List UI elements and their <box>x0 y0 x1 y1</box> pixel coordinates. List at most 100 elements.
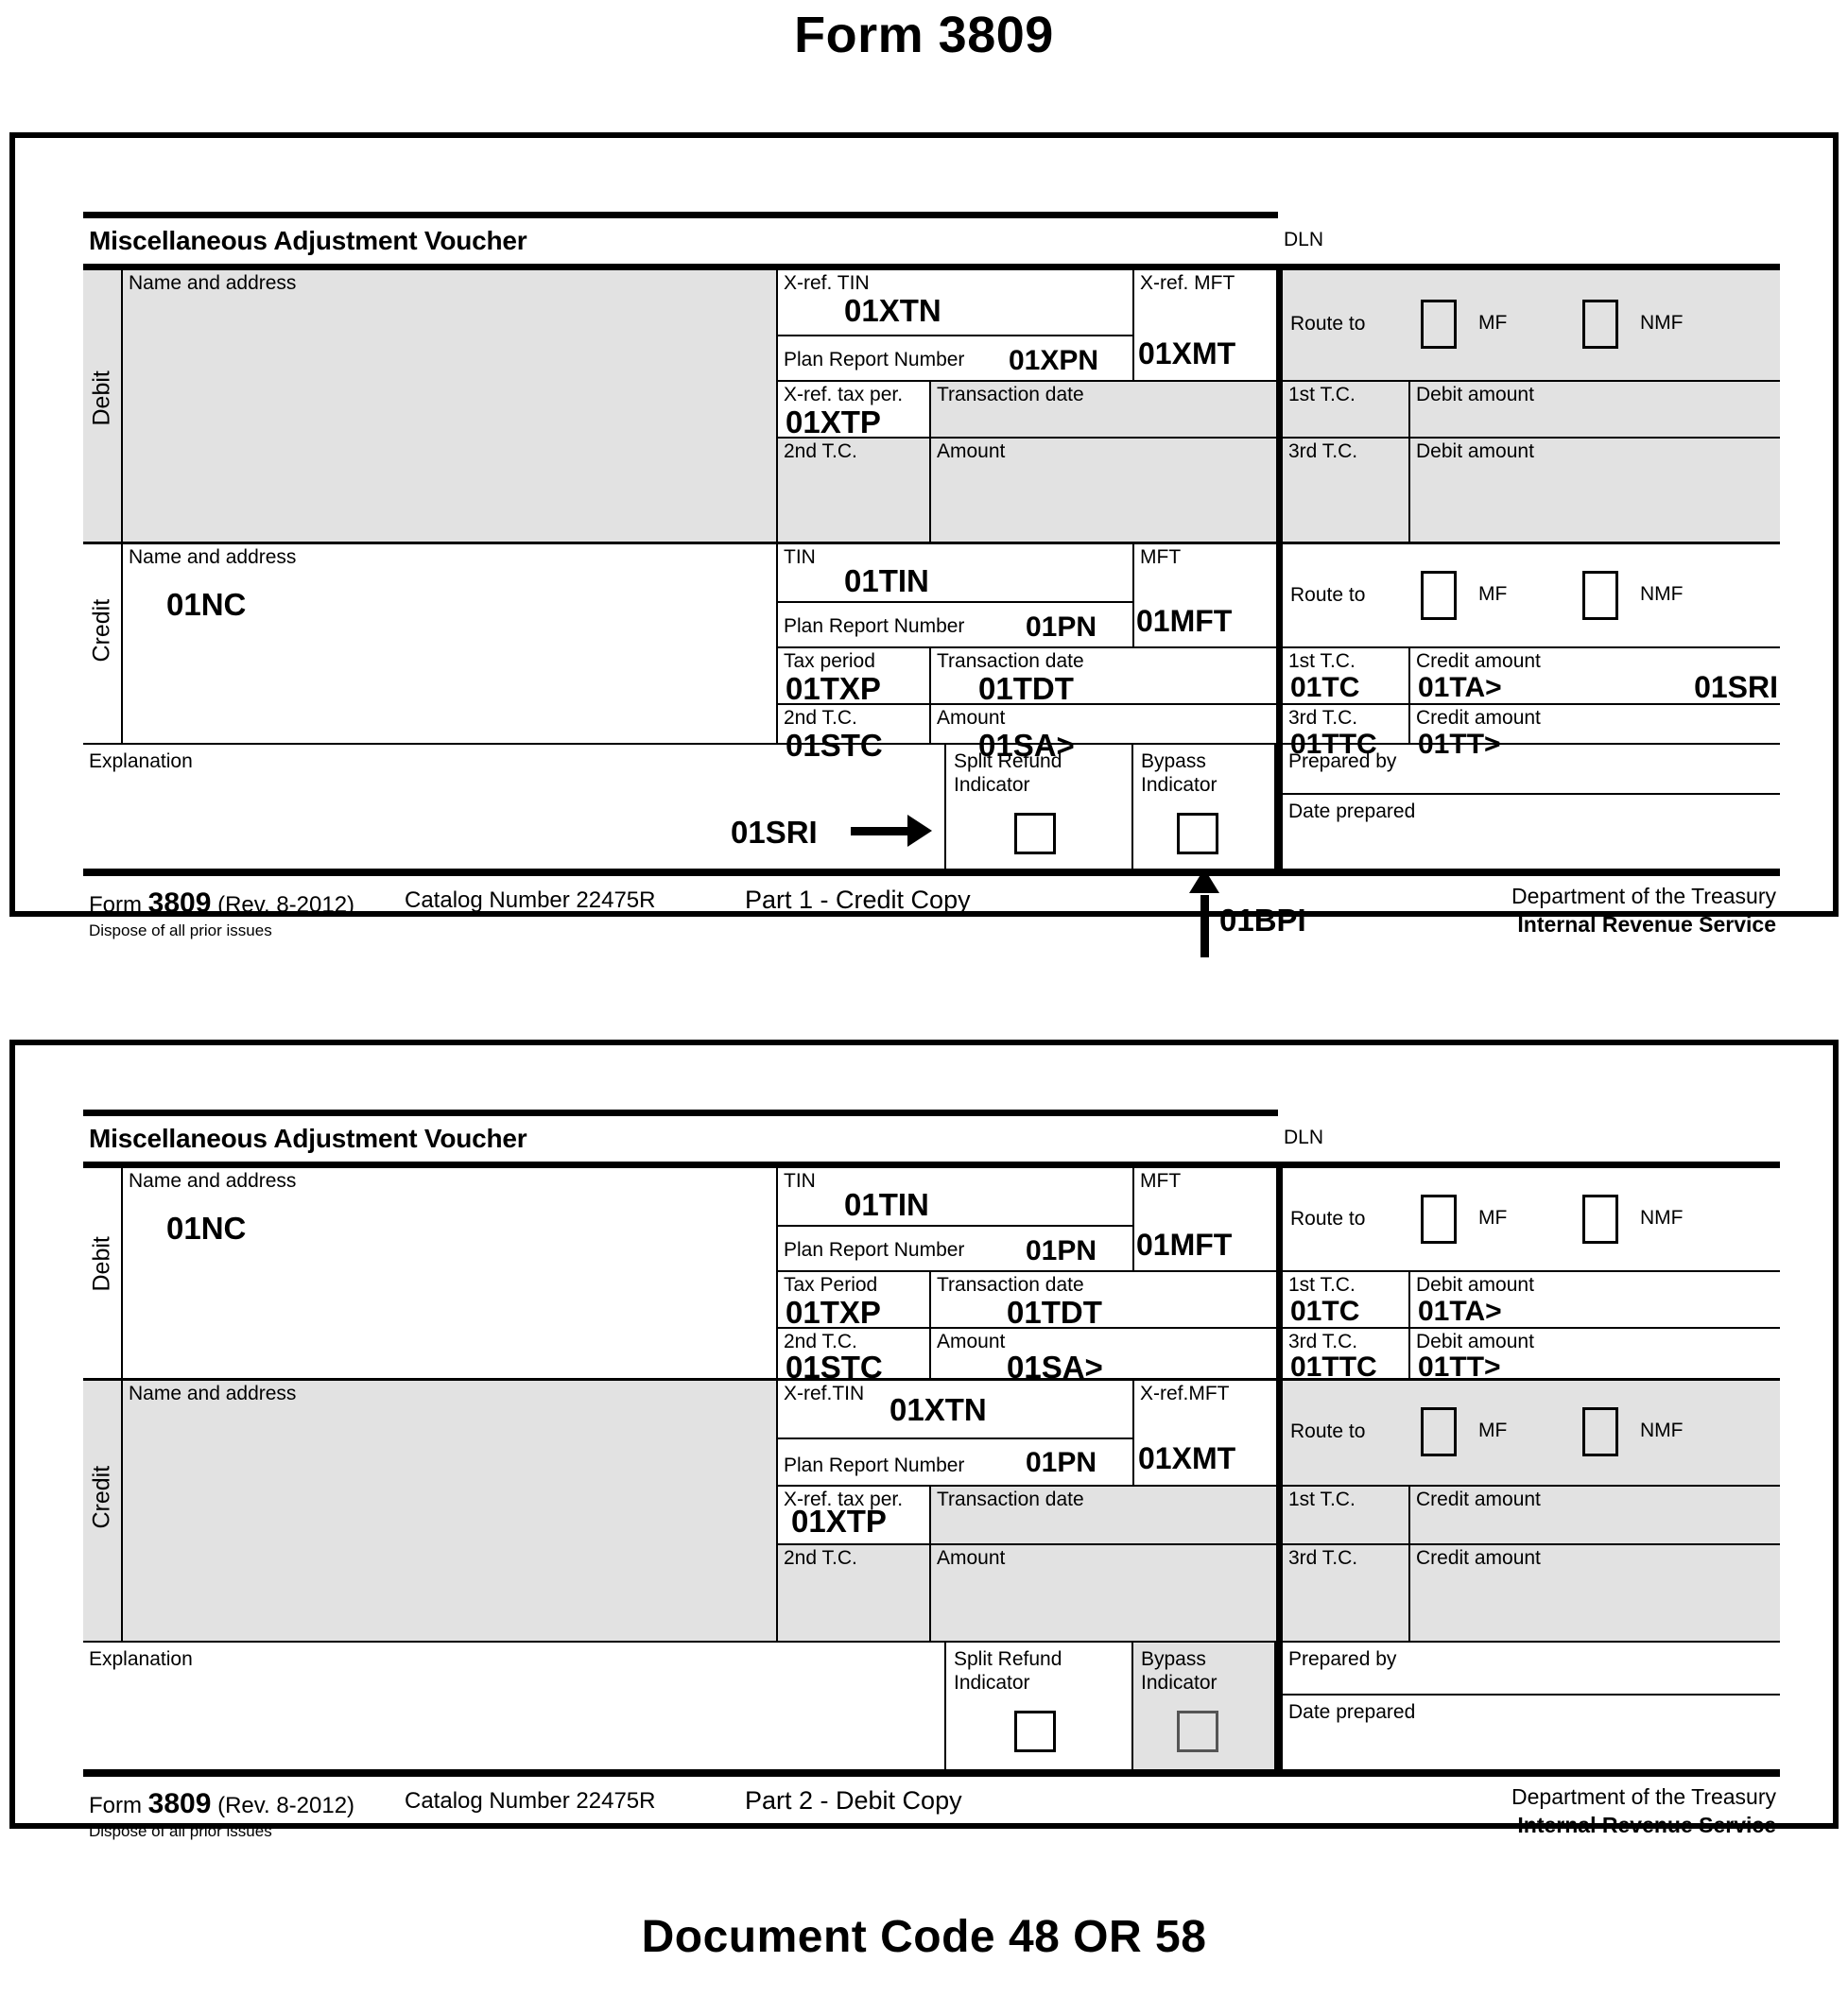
voucher-1-bypass-indicator[interactable]: Bypass Indicator <box>1133 745 1276 870</box>
voucher-2-debit-route-to[interactable]: Route to MF NMF <box>1283 1168 1780 1272</box>
voucher-2-bypass-indicator[interactable]: Bypass Indicator <box>1133 1643 1276 1771</box>
voucher-2-credit-xref-tax-period[interactable]: X-ref. tax per. 01XTP <box>776 1487 931 1545</box>
voucher-2-bypass-checkbox[interactable] <box>1177 1711 1218 1752</box>
voucher-1: Miscellaneous Adjustment Voucher DLN Deb… <box>83 212 1780 967</box>
voucher-2-debit-mft-label: MFT <box>1140 1170 1182 1192</box>
voucher-1-debit-xref-tin[interactable]: X-ref. TIN 01XTN <box>776 270 1132 336</box>
voucher-1-date-prepared-label: Date prepared <box>1288 801 1416 822</box>
voucher-2-footer-part: Part 2 - Debit Copy <box>745 1786 962 1815</box>
voucher-1-credit-amount-2[interactable]: Credit amount 01TT> <box>1410 705 1780 760</box>
voucher-1-credit-tin[interactable]: TIN 01TIN <box>776 544 1132 603</box>
voucher-2-debit-tin[interactable]: TIN 01TIN <box>776 1168 1132 1227</box>
voucher-1-credit-amount-1[interactable]: Credit amount 01TA> 01SRI <box>1410 648 1780 705</box>
voucher-2-credit-plan-report[interactable]: Plan Report Number 01PN <box>776 1439 1132 1487</box>
voucher-2-debit-mft[interactable]: MFT 01MFT <box>1132 1168 1276 1272</box>
voucher-2-debit-first-tc-value: 01TC <box>1290 1296 1360 1327</box>
voucher-1-debit-name-address-value <box>123 294 776 315</box>
voucher-1-split-refund-indicator[interactable]: Split Refund Indicator <box>944 745 1133 870</box>
voucher-1-credit-transaction-date[interactable]: Transaction date 01TDT <box>931 648 1276 705</box>
voucher-1-debit-second-tc[interactable]: 2nd T.C. <box>776 439 931 542</box>
voucher-1-credit-second-tc[interactable]: 2nd T.C. 01STC <box>776 705 931 761</box>
voucher-1-credit-third-tc[interactable]: 3rd T.C. 01TTC <box>1283 705 1410 760</box>
voucher-1-credit-plan-report[interactable]: Plan Report Number 01PN <box>776 603 1132 648</box>
voucher-2-debit-tax-period[interactable]: Tax Period 01TXP <box>776 1272 931 1329</box>
voucher-2-credit-nmf-label: NMF <box>1640 1420 1684 1441</box>
voucher-2-debit-amount[interactable]: Amount 01SA> <box>931 1329 1276 1383</box>
voucher-2-split-refund-indicator[interactable]: Split Refund Indicator <box>944 1643 1133 1771</box>
voucher-1-debit-first-tc[interactable]: 1st T.C. <box>1283 382 1410 439</box>
voucher-1-debit-amount-2[interactable]: Debit amount <box>1410 439 1780 542</box>
voucher-1-debit-xref-mft[interactable]: X-ref. MFT 01XMT <box>1132 270 1276 382</box>
voucher-2-debit-first-tc[interactable]: 1st T.C. 01TC <box>1283 1272 1410 1329</box>
voucher-2-credit-xref-mft[interactable]: X-ref.MFT 01XMT <box>1132 1381 1276 1487</box>
voucher-2-credit-first-tc[interactable]: 1st T.C. <box>1283 1487 1410 1545</box>
voucher-1-credit-name-address[interactable]: Name and address 01NC <box>123 544 776 743</box>
voucher-2-credit-mf-label: MF <box>1478 1420 1508 1441</box>
voucher-2-explanation-row: Explanation Split Refund Indicator Bypas… <box>83 1641 1780 1771</box>
voucher-2-credit-xref-tin-value: 01XTN <box>889 1392 987 1427</box>
voucher-2-dln-label: DLN <box>1284 1127 1324 1148</box>
voucher-2-debit-second-tc[interactable]: 2nd T.C. 01STC <box>776 1329 931 1383</box>
voucher-2-credit-transaction-date[interactable]: Transaction date <box>931 1487 1276 1545</box>
voucher-1-debit-plan-report[interactable]: Plan Report Number 01XPN <box>776 336 1132 382</box>
voucher-2-debit-mf-checkbox[interactable] <box>1421 1195 1457 1244</box>
voucher-2-credit-amount-1[interactable]: Credit amount <box>1410 1487 1780 1545</box>
voucher-1-debit-amount-1[interactable]: Debit amount <box>1410 382 1780 439</box>
voucher-1-credit-first-tc[interactable]: 1st T.C. 01TC <box>1283 648 1410 705</box>
voucher-2-credit-second-tc[interactable]: 2nd T.C. <box>776 1545 931 1641</box>
voucher-2-credit-amount-2[interactable]: Credit amount <box>1410 1545 1780 1641</box>
voucher-1-credit-route-to[interactable]: Route to MF NMF <box>1283 544 1780 648</box>
voucher-1-date-prepared[interactable]: Date prepared <box>1283 795 1780 870</box>
voucher-1-debit-third-tc[interactable]: 3rd T.C. <box>1283 439 1410 542</box>
voucher-2-debit-transaction-date[interactable]: Transaction date 01TDT <box>931 1272 1276 1329</box>
voucher-2-debit-name-address[interactable]: Name and address 01NC <box>123 1168 776 1378</box>
split-refund-arrow-shaft-icon <box>851 827 909 835</box>
voucher-2-date-prepared[interactable]: Date prepared <box>1283 1696 1780 1771</box>
voucher-1-split-refund-checkbox[interactable] <box>1014 813 1056 854</box>
voucher-1-debit-route-to[interactable]: Route to MF NMF <box>1283 270 1780 382</box>
voucher-1-explanation[interactable]: Explanation <box>83 745 944 870</box>
voucher-1-debit-nmf-checkbox[interactable] <box>1582 300 1618 349</box>
voucher-2-credit-amount-label: Amount <box>937 1547 1006 1569</box>
voucher-2-credit-name-address[interactable]: Name and address <box>123 1381 776 1641</box>
voucher-1-bypass-checkbox[interactable] <box>1177 813 1218 854</box>
voucher-2-split-refund-checkbox[interactable] <box>1014 1711 1056 1752</box>
voucher-1-debit-amount[interactable]: Amount <box>931 439 1276 542</box>
voucher-2-debit-amount-1-label: Debit amount <box>1416 1274 1534 1296</box>
voucher-1-credit-nmf-checkbox[interactable] <box>1582 571 1618 620</box>
voucher-2-debit-mf-label: MF <box>1478 1207 1508 1229</box>
voucher-2-debit-transaction-date-value: 01TDT <box>1007 1295 1102 1330</box>
voucher-1-debit-transaction-date[interactable]: Transaction date <box>931 382 1276 439</box>
voucher-2-debit-third-tc[interactable]: 3rd T.C. 01TTC <box>1283 1329 1410 1383</box>
voucher-1-credit-tax-period[interactable]: Tax period 01TXP <box>776 648 931 705</box>
voucher-1-debit-mf-checkbox[interactable] <box>1421 300 1457 349</box>
voucher-2-credit-amount[interactable]: Amount <box>931 1545 1276 1641</box>
voucher-1-debit-plan-report-value: 01XPN <box>1009 345 1099 376</box>
voucher-2-credit-xref-mft-label: X-ref.MFT <box>1140 1383 1230 1404</box>
voucher-2-debit-amount-1[interactable]: Debit amount 01TA> <box>1410 1272 1780 1329</box>
voucher-1-credit-mf-label: MF <box>1478 583 1508 605</box>
voucher-1-credit-tax-period-label: Tax period <box>784 650 875 672</box>
voucher-2-prepared-by[interactable]: Prepared by <box>1283 1643 1780 1696</box>
voucher-1-footer: Form 3809 (Rev. 8-2012) Dispose of all p… <box>83 869 1780 967</box>
voucher-2-credit-route-to[interactable]: Route to MF NMF <box>1283 1381 1780 1487</box>
voucher-1-debit-xref-tax-period[interactable]: X-ref. tax per. 01XTP <box>776 382 931 439</box>
voucher-1-debit-xref-tax-period-label: X-ref. tax per. <box>784 384 904 405</box>
voucher-2-credit-third-tc[interactable]: 3rd T.C. <box>1283 1545 1410 1641</box>
voucher-1-credit-mf-checkbox[interactable] <box>1421 571 1457 620</box>
voucher-1-credit-mft[interactable]: MFT 01MFT <box>1132 544 1276 648</box>
voucher-2-debit-amount-2[interactable]: Debit amount 01TT> <box>1410 1329 1780 1383</box>
voucher-1-credit-amount[interactable]: Amount 01SA> <box>931 705 1276 761</box>
voucher-2-debit-plan-report[interactable]: Plan Report Number 01PN <box>776 1227 1132 1272</box>
voucher-1-debit-name-address[interactable]: Name and address <box>123 270 776 542</box>
voucher-2-credit-nmf-checkbox[interactable] <box>1582 1407 1618 1456</box>
voucher-1-prepared-by[interactable]: Prepared by <box>1283 745 1780 795</box>
voucher-1-credit-amount-1-value: 01TA> <box>1418 672 1502 703</box>
voucher-2-explanation[interactable]: Explanation <box>83 1643 944 1771</box>
voucher-1-debit-amount-label: Amount <box>937 440 1006 462</box>
voucher-2-credit-mf-checkbox[interactable] <box>1421 1407 1457 1456</box>
voucher-2-credit-xref-tin[interactable]: X-ref.TIN 01XTN <box>776 1381 1132 1439</box>
voucher-1-explanation-divider <box>1276 745 1283 870</box>
voucher-2-debit-nmf-checkbox[interactable] <box>1582 1195 1618 1244</box>
voucher-2-debit-amount-label: Amount <box>937 1331 1006 1352</box>
